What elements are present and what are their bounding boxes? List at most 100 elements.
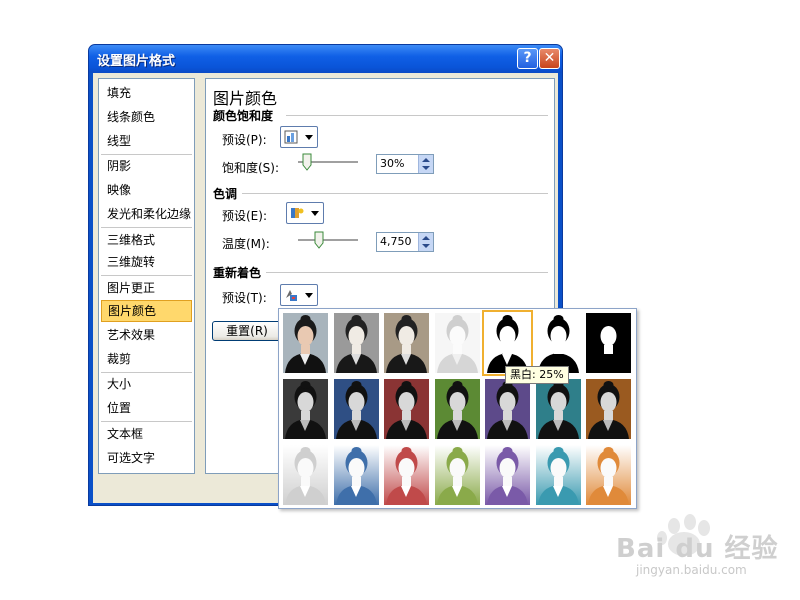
nav-item-3d-format[interactable]: 三维格式: [101, 229, 192, 251]
portrait-thumbnail-icon: [384, 379, 429, 439]
chevron-down-icon: [311, 211, 319, 216]
recolor-option-light-green[interactable]: [434, 445, 480, 505]
saturation-preset-label: 预设(P):: [222, 133, 267, 147]
portrait-thumbnail-icon: [535, 313, 581, 373]
nav-divider: [101, 227, 192, 228]
recolor-preset-icon: [286, 290, 297, 301]
nav-item-picture-corrections[interactable]: 图片更正: [101, 277, 192, 299]
temperature-slider-track[interactable]: [298, 239, 358, 242]
saturation-amount-value: 30%: [380, 157, 405, 170]
recolor-option-black-white-25[interactable]: [482, 310, 533, 376]
tone-preset-dropdown[interactable]: [286, 202, 324, 224]
recolor-option-light-orange[interactable]: [586, 445, 631, 505]
panel-title: 图片颜色: [213, 89, 278, 108]
nav-item-alt-text[interactable]: 可选文字: [101, 447, 192, 469]
temperature-spinner[interactable]: 4,750: [376, 232, 434, 252]
portrait-thumbnail-icon: [283, 445, 328, 505]
saturation-preset-dropdown[interactable]: [280, 126, 318, 148]
saturation-amount-label: 饱和度(S):: [222, 161, 280, 175]
tone-preset-icon: [291, 208, 304, 218]
recolor-option-light-gray[interactable]: [283, 445, 328, 505]
saturation-amount-spinner[interactable]: 30%: [376, 154, 434, 174]
recolor-option-dark-purple[interactable]: [485, 379, 530, 439]
portrait-thumbnail-icon: [283, 379, 328, 439]
nav-item-crop[interactable]: 裁剪: [101, 348, 192, 370]
recolor-option-washout[interactable]: [434, 313, 480, 373]
portrait-thumbnail-icon: [485, 445, 530, 505]
spin-up-icon[interactable]: [422, 236, 430, 240]
recolor-option-no-recolor[interactable]: [283, 313, 328, 373]
spin-buttons[interactable]: [418, 233, 433, 251]
tone-heading: 色调: [213, 187, 238, 201]
recolor-preset-dropdown[interactable]: [280, 284, 318, 306]
spin-buttons[interactable]: [418, 155, 433, 173]
title-bar[interactable]: 设置图片格式 ? ✕: [89, 45, 562, 73]
temperature-value: 4,750: [380, 235, 412, 248]
nav-item-text-box[interactable]: 文本框: [101, 423, 192, 445]
category-list: 填充 线条颜色 线型 阴影 映像 发光和柔化边缘 三维格式 三维旋转 图片更正 …: [98, 78, 195, 474]
spin-up-icon[interactable]: [422, 158, 430, 162]
portrait-thumbnail-icon: [535, 445, 581, 505]
recolor-option-dark-blue[interactable]: [333, 379, 379, 439]
saturation-slider-thumb[interactable]: [302, 153, 312, 171]
divider: [286, 115, 548, 116]
portrait-thumbnail-icon: [586, 313, 631, 373]
nav-item-shadow[interactable]: 阴影: [101, 155, 192, 177]
tooltip: 黑白: 25%: [505, 366, 569, 384]
recolor-option-dark-teal[interactable]: [535, 379, 581, 439]
reset-button[interactable]: 重置(R): [212, 321, 282, 341]
portrait-thumbnail-icon: [586, 445, 631, 505]
portrait-thumbnail-icon: [434, 379, 480, 439]
recolor-option-black-white-75[interactable]: [586, 313, 631, 373]
recolor-option-dark-green[interactable]: [434, 379, 480, 439]
portrait-thumbnail-icon: [485, 313, 530, 373]
spin-down-icon[interactable]: [422, 166, 430, 170]
recolor-option-light-teal[interactable]: [535, 445, 581, 505]
portrait-thumbnail-icon: [434, 445, 480, 505]
nav-item-3d-rotation[interactable]: 三维旋转: [101, 251, 192, 273]
spin-down-icon[interactable]: [422, 244, 430, 248]
recolor-option-grayscale[interactable]: [333, 313, 379, 373]
nav-item-position[interactable]: 位置: [101, 397, 192, 419]
portrait-thumbnail-icon: [384, 313, 429, 373]
nav-item-artistic-effects[interactable]: 艺术效果: [101, 324, 192, 346]
nav-item-line-color[interactable]: 线条颜色: [101, 106, 192, 128]
portrait-thumbnail-icon: [333, 445, 379, 505]
recolor-option-dark-orange[interactable]: [586, 379, 631, 439]
recolor-option-dark-gray[interactable]: [283, 379, 328, 439]
portrait-thumbnail-icon: [586, 379, 631, 439]
nav-item-reflection[interactable]: 映像: [101, 179, 192, 201]
dialog-title: 设置图片格式: [97, 54, 176, 69]
recolor-preset-label: 预设(T):: [222, 291, 267, 305]
nav-item-glow[interactable]: 发光和柔化边缘: [101, 203, 192, 225]
nav-item-fill[interactable]: 填充: [101, 82, 192, 104]
divider: [266, 272, 548, 273]
portrait-thumbnail-icon: [384, 445, 429, 505]
nav-item-size[interactable]: 大小: [101, 373, 192, 395]
recolor-option-light-blue[interactable]: [333, 445, 379, 505]
recolor-heading: 重新着色: [213, 266, 262, 280]
saturation-preset-icon: [284, 130, 298, 144]
temperature-slider-thumb[interactable]: [314, 231, 324, 249]
recolor-option-sepia[interactable]: [384, 313, 429, 373]
chevron-down-icon: [305, 135, 313, 140]
help-button[interactable]: ?: [517, 48, 538, 69]
recolor-option-dark-red[interactable]: [384, 379, 429, 439]
portrait-thumbnail-icon: [333, 379, 379, 439]
recolor-option-light-purple[interactable]: [485, 445, 530, 505]
recolor-option-black-white-50[interactable]: [535, 313, 581, 373]
watermark-site: jingyan.baidu.com: [636, 563, 747, 577]
nav-item-line-style[interactable]: 线型: [101, 130, 192, 152]
temperature-label: 温度(M):: [222, 237, 270, 251]
recolor-gallery: [278, 308, 637, 509]
nav-divider: [101, 421, 192, 422]
nav-divider: [101, 275, 192, 276]
chevron-down-icon: [305, 293, 313, 298]
close-button[interactable]: ✕: [539, 48, 560, 69]
watermark-brand: Bai du 经验: [616, 534, 779, 564]
portrait-thumbnail-icon: [434, 313, 480, 373]
portrait-thumbnail-icon: [535, 379, 581, 439]
recolor-option-light-red[interactable]: [384, 445, 429, 505]
portrait-thumbnail-icon: [485, 379, 530, 439]
nav-item-picture-color[interactable]: 图片颜色: [101, 300, 192, 322]
